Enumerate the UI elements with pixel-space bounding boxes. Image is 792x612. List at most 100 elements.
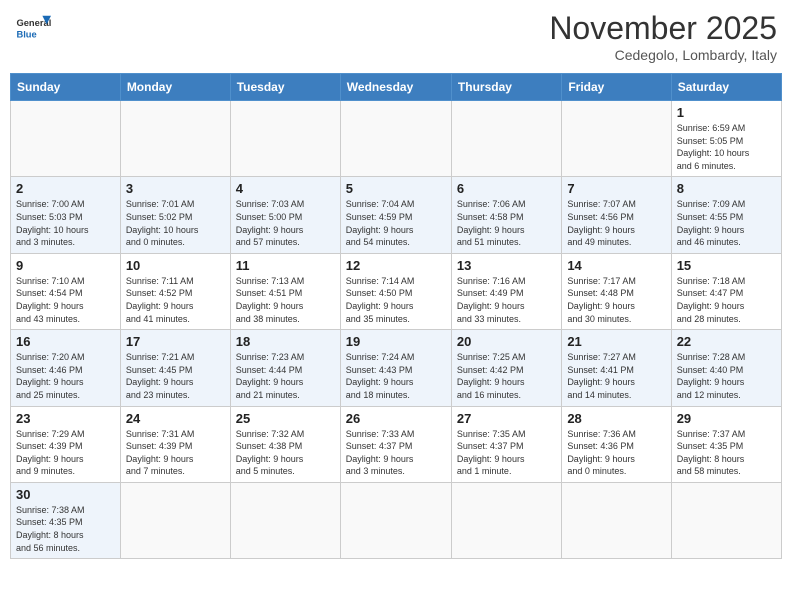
day-info: Sunrise: 7:25 AM Sunset: 4:42 PM Dayligh… [457,351,556,401]
calendar-cell [562,482,671,558]
calendar-cell: 18Sunrise: 7:23 AM Sunset: 4:44 PM Dayli… [230,330,340,406]
day-number: 13 [457,258,556,273]
day-number: 16 [16,334,115,349]
weekday-header-friday: Friday [562,74,671,101]
logo: General Blue [15,10,51,46]
day-info: Sunrise: 6:59 AM Sunset: 5:05 PM Dayligh… [677,122,776,172]
calendar-cell [340,482,451,558]
location-title: Cedegolo, Lombardy, Italy [549,47,777,63]
calendar-cell: 28 Sunrise: 7:36 AM Sunset: 4:36 PM Dayli… [562,406,671,482]
day-info: Sunrise: 7:27 AM Sunset: 4:41 PM Dayligh… [567,351,665,401]
calendar-cell: 1 Sunrise: 6:59 AM Sunset: 5:05 PM Daylig… [671,101,781,177]
day-number: 22 [677,334,776,349]
day-number: 28 [567,411,665,426]
day-info: Sunrise: 7:04 AM Sunset: 4:59 PM Dayligh… [346,198,446,248]
calendar-cell: 16 Sunrise: 7:20 AM Sunset: 4:46 PM Dayli… [11,330,121,406]
day-info: Sunrise: 7:36 AM Sunset: 4:36 PM Dayligh… [567,428,665,478]
calendar-cell [562,101,671,177]
day-number: 6 [457,181,556,196]
day-number: 11 [236,258,335,273]
weekday-header-saturday: Saturday [671,74,781,101]
day-number: 29 [677,411,776,426]
day-number: 24 [126,411,225,426]
calendar-cell: 25 Sunrise: 7:32 AM Sunset: 4:38 PM Dayli… [230,406,340,482]
calendar-cell: 22 Sunrise: 7:28 AM Sunset: 4:40 PM Dayli… [671,330,781,406]
calendar-cell: 6 Sunrise: 7:06 AM Sunset: 4:58 PM Daylig… [451,177,561,253]
calendar-cell: 24 Sunrise: 7:31 AM Sunset: 4:39 PM Dayli… [120,406,230,482]
day-info: Sunrise: 7:14 AM Sunset: 4:50 PM Dayligh… [346,275,446,325]
day-number: 1 [677,105,776,120]
calendar-week-row: 1 Sunrise: 6:59 AM Sunset: 5:05 PM Daylig… [11,101,782,177]
calendar-cell: 12 Sunrise: 7:14 AM Sunset: 4:50 PM Dayli… [340,253,451,329]
weekday-header-wednesday: Wednesday [340,74,451,101]
weekday-header-tuesday: Tuesday [230,74,340,101]
day-info: Sunrise: 7:18 AM Sunset: 4:47 PM Dayligh… [677,275,776,325]
calendar-cell: 4Sunrise: 7:03 AM Sunset: 5:00 PM Daylig… [230,177,340,253]
day-info: Sunrise: 7:03 AM Sunset: 5:00 PM Dayligh… [236,198,335,248]
day-number: 8 [677,181,776,196]
calendar-week-row: 9Sunrise: 7:10 AM Sunset: 4:54 PM Daylig… [11,253,782,329]
day-number: 20 [457,334,556,349]
day-info: Sunrise: 7:01 AM Sunset: 5:02 PM Dayligh… [126,198,225,248]
day-number: 19 [346,334,446,349]
day-number: 17 [126,334,225,349]
calendar-cell: 19 Sunrise: 7:24 AM Sunset: 4:43 PM Dayli… [340,330,451,406]
calendar-cell: 13Sunrise: 7:16 AM Sunset: 4:49 PM Dayli… [451,253,561,329]
calendar-cell: 8 Sunrise: 7:09 AM Sunset: 4:55 PM Daylig… [671,177,781,253]
day-info: Sunrise: 7:37 AM Sunset: 4:35 PM Dayligh… [677,428,776,478]
day-number: 14 [567,258,665,273]
calendar-cell [451,482,561,558]
day-info: Sunrise: 7:24 AM Sunset: 4:43 PM Dayligh… [346,351,446,401]
day-info: Sunrise: 7:29 AM Sunset: 4:39 PM Dayligh… [16,428,115,478]
calendar-cell [671,482,781,558]
day-number: 21 [567,334,665,349]
day-number: 2 [16,181,115,196]
weekday-header-row: SundayMondayTuesdayWednesdayThursdayFrid… [11,74,782,101]
day-number: 30 [16,487,115,502]
calendar-cell: 3 Sunrise: 7:01 AM Sunset: 5:02 PM Daylig… [120,177,230,253]
day-info: Sunrise: 7:35 AM Sunset: 4:37 PM Dayligh… [457,428,556,478]
calendar-cell: 23 Sunrise: 7:29 AM Sunset: 4:39 PM Dayli… [11,406,121,482]
calendar-cell: 26Sunrise: 7:33 AM Sunset: 4:37 PM Dayli… [340,406,451,482]
day-info: Sunrise: 7:28 AM Sunset: 4:40 PM Dayligh… [677,351,776,401]
day-number: 3 [126,181,225,196]
day-info: Sunrise: 7:33 AM Sunset: 4:37 PM Dayligh… [346,428,446,478]
day-number: 7 [567,181,665,196]
day-info: Sunrise: 7:06 AM Sunset: 4:58 PM Dayligh… [457,198,556,248]
day-number: 12 [346,258,446,273]
calendar-table: SundayMondayTuesdayWednesdayThursdayFrid… [10,73,782,559]
calendar-cell [230,482,340,558]
day-info: Sunrise: 7:00 AM Sunset: 5:03 PM Dayligh… [16,198,115,248]
weekday-header-thursday: Thursday [451,74,561,101]
day-number: 15 [677,258,776,273]
day-info: Sunrise: 7:21 AM Sunset: 4:45 PM Dayligh… [126,351,225,401]
day-info: Sunrise: 7:31 AM Sunset: 4:39 PM Dayligh… [126,428,225,478]
calendar-week-row: 23 Sunrise: 7:29 AM Sunset: 4:39 PM Dayli… [11,406,782,482]
day-info: Sunrise: 7:07 AM Sunset: 4:56 PM Dayligh… [567,198,665,248]
day-info: Sunrise: 7:09 AM Sunset: 4:55 PM Dayligh… [677,198,776,248]
calendar-cell: 20 Sunrise: 7:25 AM Sunset: 4:42 PM Dayli… [451,330,561,406]
calendar-cell: 15 Sunrise: 7:18 AM Sunset: 4:47 PM Dayli… [671,253,781,329]
calendar-week-row: 16 Sunrise: 7:20 AM Sunset: 4:46 PM Dayli… [11,330,782,406]
day-number: 9 [16,258,115,273]
day-info: Sunrise: 7:11 AM Sunset: 4:52 PM Dayligh… [126,275,225,325]
day-number: 27 [457,411,556,426]
calendar-cell [120,101,230,177]
day-number: 23 [16,411,115,426]
month-title: November 2025 [549,10,777,47]
calendar-cell: 27 Sunrise: 7:35 AM Sunset: 4:37 PM Dayli… [451,406,561,482]
calendar-cell: 29 Sunrise: 7:37 AM Sunset: 4:35 PM Dayli… [671,406,781,482]
calendar-cell: 7 Sunrise: 7:07 AM Sunset: 4:56 PM Daylig… [562,177,671,253]
calendar-cell: 30Sunrise: 7:38 AM Sunset: 4:35 PM Dayli… [11,482,121,558]
calendar-cell [11,101,121,177]
calendar-cell [340,101,451,177]
calendar-cell: 11Sunrise: 7:13 AM Sunset: 4:51 PM Dayli… [230,253,340,329]
page-header: General Blue November 2025 Cedegolo, Lom… [10,10,782,63]
day-number: 18 [236,334,335,349]
day-info: Sunrise: 7:32 AM Sunset: 4:38 PM Dayligh… [236,428,335,478]
calendar-cell: 14Sunrise: 7:17 AM Sunset: 4:48 PM Dayli… [562,253,671,329]
logo-icon: General Blue [15,10,51,46]
day-info: Sunrise: 7:20 AM Sunset: 4:46 PM Dayligh… [16,351,115,401]
day-number: 25 [236,411,335,426]
calendar-cell [230,101,340,177]
